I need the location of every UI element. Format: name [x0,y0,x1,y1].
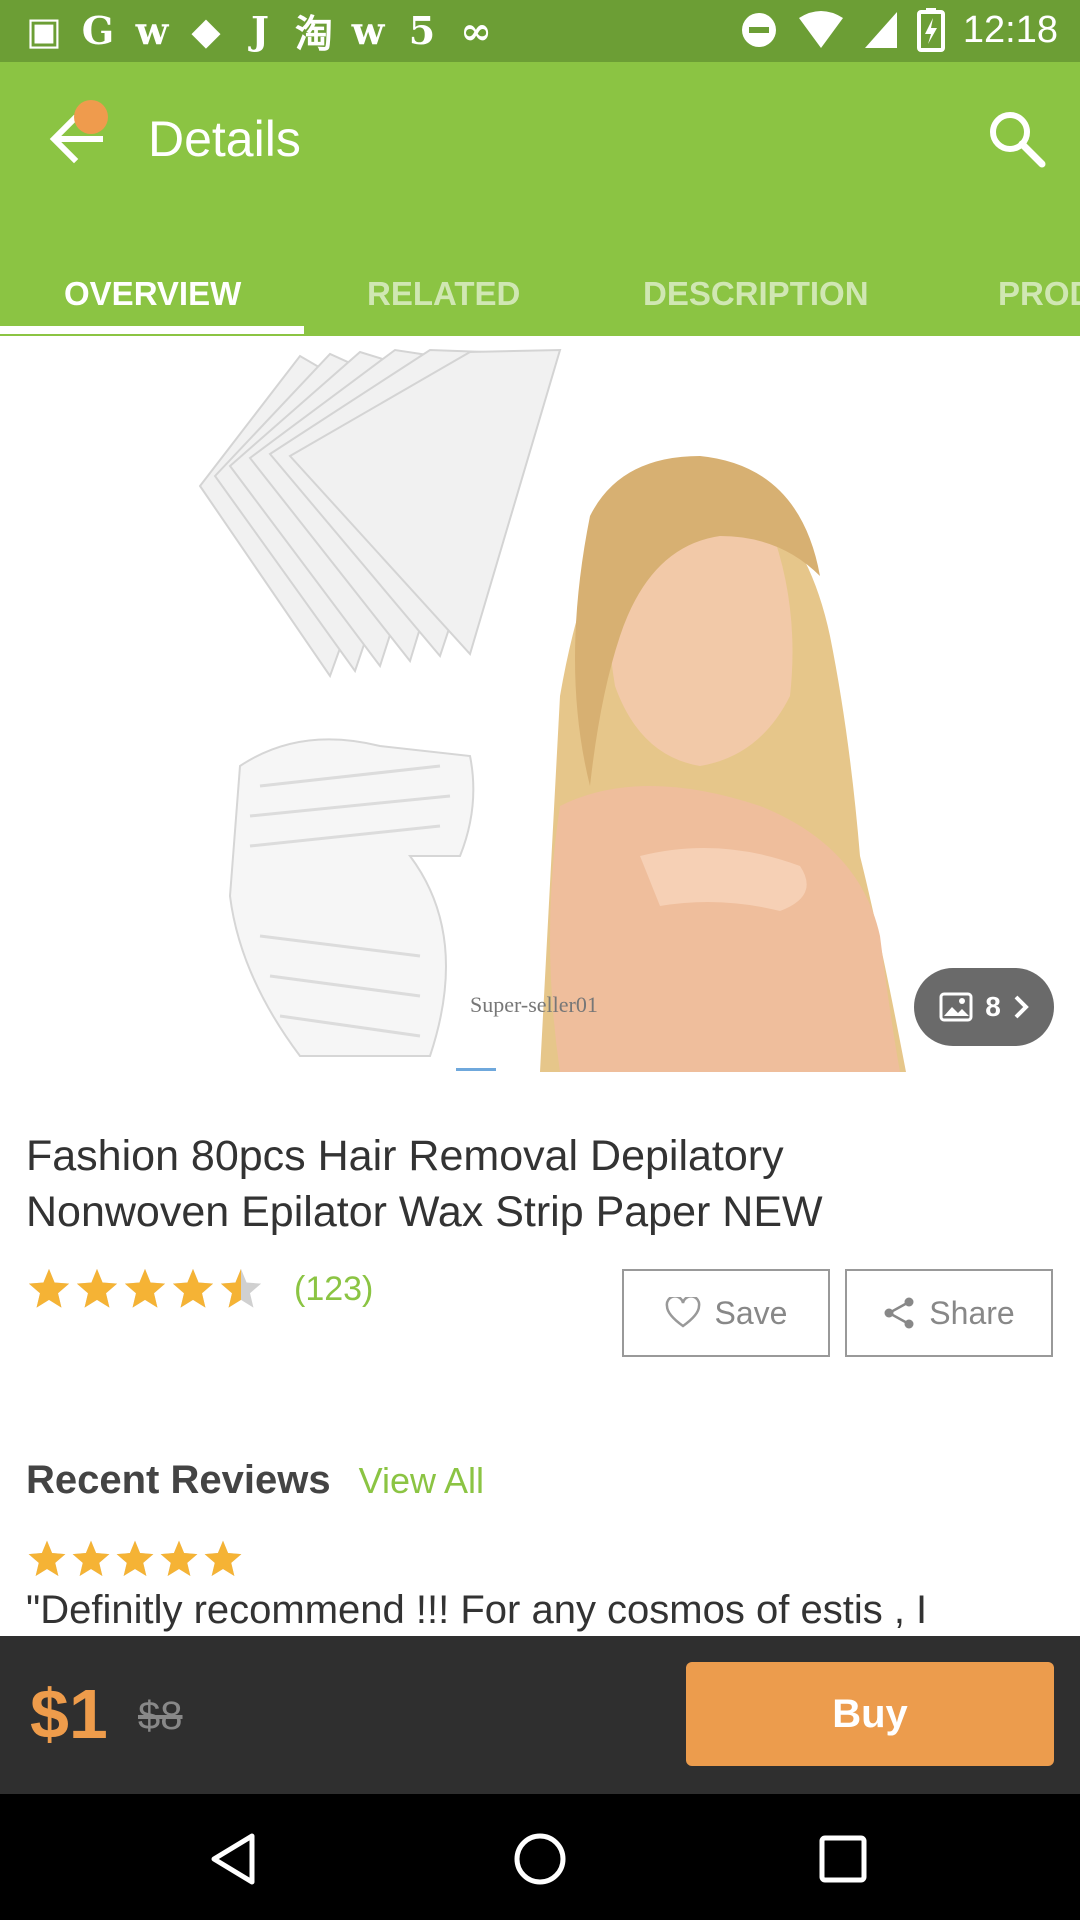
battery-charging-icon [916,8,945,52]
cell-signal-icon [864,12,897,48]
save-label: Save [714,1294,788,1331]
product-title: Fashion 80pcs Hair Removal Depilatory No… [26,1128,1056,1240]
star-icon [124,1268,166,1308]
tab-description[interactable]: DESCRIPTION [643,252,869,336]
tab-related[interactable]: RELATED [367,252,520,336]
share-button[interactable]: Share [845,1269,1053,1357]
recents-nav-icon[interactable] [808,1824,878,1894]
current-price: $1 [30,1675,108,1753]
star-icon [220,1268,262,1308]
star-icon [76,1268,118,1308]
star-icon [116,1540,154,1576]
buy-button[interactable]: Buy [686,1662,1054,1766]
notification-icons: ▣ Gw ◆ J 淘 w 5 ∞ [24,7,496,56]
gallery-button[interactable]: 8 [914,968,1054,1046]
status-bar: ▣ Gw ◆ J 淘 w 5 ∞ 12:18 [0,0,1080,62]
image-icon [939,992,973,1022]
wish-icon: w [351,7,385,53]
google-g-icon: G [81,7,115,53]
star-icon [160,1540,198,1576]
watermark-text: Super-seller01 [470,992,598,1017]
product-rating[interactable]: (123) [26,1266,373,1312]
reviews-header: Recent Reviews View All [26,1458,484,1503]
page-title: Details [148,111,301,167]
gallery-count: 8 [985,991,1001,1022]
link-icon: ∞ [460,7,492,53]
search-icon[interactable] [984,106,1050,172]
chevron-right-icon [1014,995,1029,1019]
review-rating-stars [26,1538,244,1580]
rating-count: (123) [294,1269,374,1308]
tab-product[interactable]: PROD [998,252,1080,336]
j-app-icon: J [251,7,269,53]
wifi-icon [798,11,843,48]
taobao-icon: 淘 [294,10,333,56]
home-nav-icon[interactable] [505,1824,575,1894]
product-title-line1: Fashion 80pcs Hair Removal Depilatory [26,1132,784,1180]
view-all-link[interactable]: View All [359,1460,484,1502]
tab-bar: OVERVIEW RELATED DESCRIPTION PROD [0,252,1080,336]
star-icon [72,1540,110,1576]
shopping-bag-icon: ▣ [26,7,62,53]
star-icon [172,1268,214,1308]
reviews-title: Recent Reviews [26,1458,331,1502]
star-icon [204,1540,242,1576]
wish-icon: w [135,7,169,53]
navigation-bar [0,1794,1080,1920]
share-icon [884,1297,914,1329]
review-text[interactable]: "Definitly recommend !!! For any cosmos … [26,1588,927,1633]
system-status: 12:18 [739,8,1058,52]
original-price: $8 [138,1694,183,1738]
star-icon [28,1540,66,1576]
product-image[interactable]: Super-seller01 [0,336,1080,1072]
app-bar: Details OVERVIEW RELATED DESCRIPTION PRO… [0,62,1080,336]
back-nav-icon[interactable] [200,1824,270,1894]
clock: 12:18 [962,8,1058,51]
product-title-line2: Nonwoven Epilator Wax Strip Paper NEW [26,1188,823,1236]
active-tab-indicator [0,326,304,334]
star-icon [28,1268,70,1308]
rating-stars [26,1266,264,1312]
tab-overview[interactable]: OVERVIEW [64,252,241,336]
share-label: Share [929,1294,1015,1331]
do-not-disturb-icon [741,13,776,47]
save-button[interactable]: Save [622,1269,830,1357]
gift-icon: ◆ [191,7,221,53]
product-photo: Super-seller01 [198,348,906,1072]
notification-badge [74,100,108,134]
carousel-indicator [456,1068,496,1071]
purchase-bar: $1 $8 Buy [0,1636,1080,1794]
tab-5-icon: 5 [408,7,436,53]
heart-icon [665,1297,700,1328]
